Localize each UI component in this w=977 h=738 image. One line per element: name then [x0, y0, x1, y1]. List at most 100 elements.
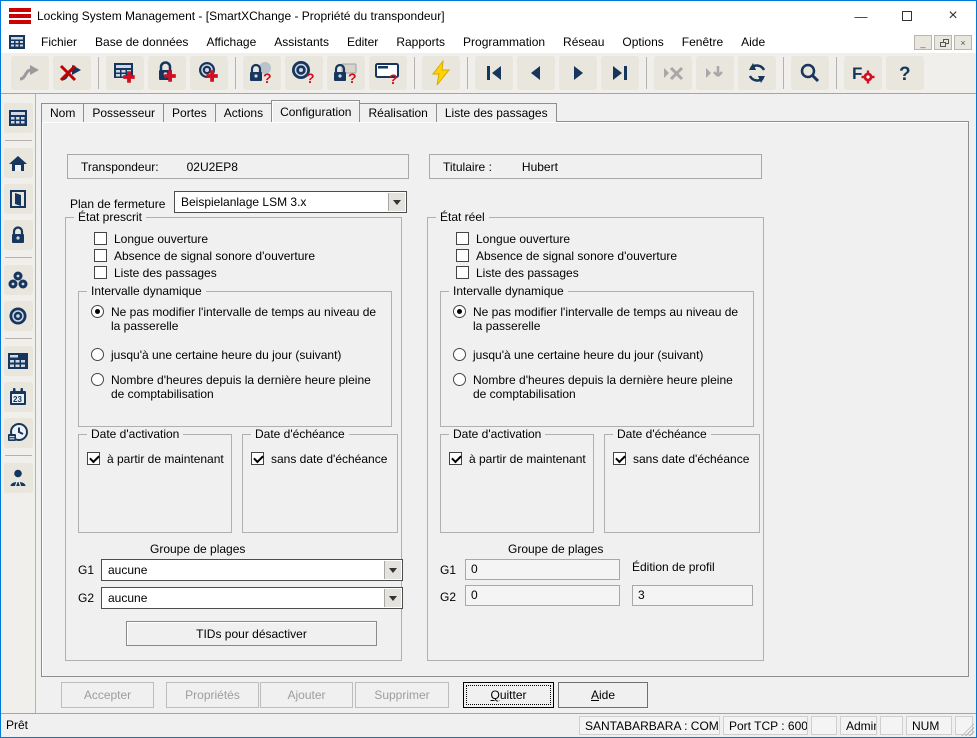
expiry-none-row[interactable]: sans date d'échéance: [613, 452, 755, 466]
nav-first-button[interactable]: [475, 56, 513, 90]
close-button[interactable]: ×: [930, 1, 976, 31]
sidebar-time-zone-button[interactable]: [3, 418, 33, 448]
sidebar-transponder-button[interactable]: [3, 301, 33, 331]
remove-button[interactable]: Supprimer: [355, 682, 449, 708]
nav-prev-button[interactable]: [517, 56, 555, 90]
interval-radio-hours-since[interactable]: Nombre d'heures depuis la dernière heure…: [453, 373, 743, 401]
activation-now-row[interactable]: à partir de maintenant: [87, 452, 227, 466]
sidebar-transponder-group-button[interactable]: [3, 265, 33, 295]
accept-button[interactable]: Accepter: [61, 682, 154, 708]
tab-configuration[interactable]: Configuration: [271, 100, 361, 122]
mdi-close-button[interactable]: ×: [954, 35, 972, 50]
tab-actions[interactable]: Actions: [215, 103, 273, 122]
tab-liste-des-passages[interactable]: Liste des passages: [436, 103, 557, 122]
sidebar-calendar-button[interactable]: 23: [3, 382, 33, 412]
interval-radio-hour-of-day[interactable]: jusqu'à une certaine heure du jour (suiv…: [453, 348, 743, 362]
chevron-down-icon[interactable]: [388, 193, 405, 211]
interval-radio-gateway[interactable]: Ne pas modifier l'intervalle de temps au…: [91, 305, 381, 333]
interval-radio-hours-since[interactable]: Nombre d'heures depuis la dernière heure…: [91, 373, 381, 401]
nav-next-button[interactable]: [559, 56, 597, 90]
login-button[interactable]: [11, 56, 49, 90]
help-bottom-button[interactable]: Aide: [558, 682, 648, 708]
radio-icon[interactable]: [91, 305, 104, 318]
sidebar-person-button[interactable]: [3, 463, 33, 493]
checkbox-icon[interactable]: [456, 266, 469, 279]
logout-button[interactable]: [53, 56, 91, 90]
add-button[interactable]: Ajouter: [260, 682, 353, 708]
tab-nom[interactable]: Nom: [41, 103, 85, 122]
execute-button[interactable]: [696, 56, 734, 90]
chevron-down-icon[interactable]: [384, 561, 401, 579]
sidebar-matrix-button[interactable]: [3, 103, 33, 133]
checkbox-icon[interactable]: [456, 232, 469, 245]
tab-realisation[interactable]: Réalisation: [360, 103, 437, 122]
radio-icon[interactable]: [453, 348, 466, 361]
expiry-none-row[interactable]: sans date d'échéance: [251, 452, 393, 466]
maximize-button[interactable]: [884, 1, 930, 31]
resize-grip[interactable]: [961, 723, 974, 736]
radio-icon[interactable]: [91, 373, 104, 386]
actual-no-beep-row[interactable]: Absence de signal sonore d'ouverture: [456, 249, 746, 263]
tids-deactivate-button[interactable]: TIDs pour désactiver: [126, 621, 377, 646]
menu-affichage[interactable]: Affichage: [197, 32, 265, 52]
properties-button[interactable]: Propriétés: [166, 682, 259, 708]
menu-rapports[interactable]: Rapports: [387, 32, 454, 52]
break-button[interactable]: [654, 56, 692, 90]
prescribed-no-beep-row[interactable]: Absence de signal sonore d'ouverture: [94, 249, 384, 263]
menu-aide[interactable]: Aide: [732, 32, 774, 52]
refresh-button[interactable]: [738, 56, 776, 90]
checkbox-icon[interactable]: [449, 452, 462, 465]
menu-options[interactable]: Options: [613, 32, 672, 52]
actual-long-open-row[interactable]: Longue ouverture: [456, 232, 746, 246]
flash-program-button[interactable]: [422, 56, 460, 90]
checkbox-icon[interactable]: [94, 249, 107, 262]
activation-now-row[interactable]: à partir de maintenant: [449, 452, 589, 466]
mdi-minimize-button[interactable]: _: [914, 35, 932, 50]
g1-select[interactable]: aucune: [101, 559, 403, 581]
read-lock-button[interactable]: ?: [243, 56, 281, 90]
titlebar[interactable]: Locking System Management - [SmartXChang…: [1, 1, 976, 31]
new-lock-button[interactable]: [148, 56, 186, 90]
actual-pass-list-row[interactable]: Liste des passages: [456, 266, 746, 280]
menu-assistants[interactable]: Assistants: [265, 32, 338, 52]
interval-radio-gateway[interactable]: Ne pas modifier l'intervalle de temps au…: [453, 305, 743, 333]
sidebar-home-button[interactable]: [3, 148, 33, 178]
menu-fenetre[interactable]: Fenêtre: [673, 32, 732, 52]
menu-reseau[interactable]: Réseau: [554, 32, 613, 52]
menu-programmation[interactable]: Programmation: [454, 32, 554, 52]
checkbox-icon[interactable]: [456, 249, 469, 262]
checkbox-icon[interactable]: [613, 452, 626, 465]
checkbox-icon[interactable]: [94, 232, 107, 245]
locking-plan-select[interactable]: Beispielanlage LSM 3.x: [174, 191, 407, 213]
menu-editer[interactable]: Editer: [338, 32, 387, 52]
read-transponder-button[interactable]: ?: [285, 56, 323, 90]
menu-fichier[interactable]: Fichier: [32, 32, 86, 52]
search-button[interactable]: [791, 56, 829, 90]
tab-possesseur[interactable]: Possesseur: [84, 103, 165, 122]
nav-last-button[interactable]: [601, 56, 639, 90]
read-mifare-lock-button[interactable]: ?: [327, 56, 365, 90]
g2-select[interactable]: aucune: [101, 587, 403, 609]
prescribed-pass-list-row[interactable]: Liste des passages: [94, 266, 384, 280]
filter-settings-button[interactable]: F: [844, 56, 882, 90]
mdi-restore-button[interactable]: [934, 35, 952, 50]
chevron-down-icon[interactable]: [384, 589, 401, 607]
radio-icon[interactable]: [453, 373, 466, 386]
read-device-button[interactable]: ?: [369, 56, 407, 90]
help-button[interactable]: ?: [886, 56, 924, 90]
radio-icon[interactable]: [453, 305, 466, 318]
radio-icon[interactable]: [91, 348, 104, 361]
tab-portes[interactable]: Portes: [164, 103, 216, 122]
menu-base-de-donnees[interactable]: Base de données: [86, 32, 197, 52]
sidebar-matrix-view-button[interactable]: [3, 346, 33, 376]
checkbox-icon[interactable]: [251, 452, 264, 465]
interval-radio-hour-of-day[interactable]: jusqu'à une certaine heure du jour (suiv…: [91, 348, 381, 362]
checkbox-icon[interactable]: [94, 266, 107, 279]
new-transponder-button[interactable]: [190, 56, 228, 90]
sidebar-door-button[interactable]: [3, 184, 33, 214]
sidebar-lock-button[interactable]: [3, 220, 33, 250]
checkbox-icon[interactable]: [87, 452, 100, 465]
minimize-button[interactable]: —: [838, 1, 884, 31]
quit-button[interactable]: Quitter: [463, 682, 554, 708]
new-locking-system-button[interactable]: [106, 56, 144, 90]
